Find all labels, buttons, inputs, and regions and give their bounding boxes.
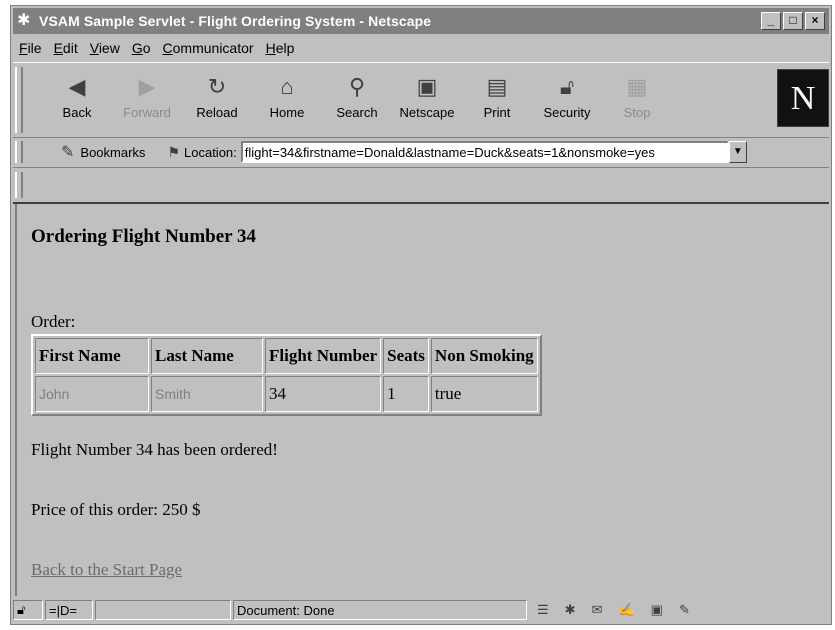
location-grip[interactable]	[15, 141, 23, 163]
header-first-name: First Name	[35, 338, 149, 374]
seats-cell: 1	[383, 376, 429, 412]
minimize-button[interactable]: _	[761, 12, 781, 30]
title-bar: ✱ VSAM Sample Servlet - Flight Ordering …	[13, 8, 829, 34]
order-confirmation: Flight Number 34 has been ordered!	[31, 440, 278, 459]
composer-icon[interactable]: ▣	[651, 602, 663, 618]
location-field: ⚑ Location: ▼	[167, 141, 747, 163]
window-controls: _ □ ×	[761, 12, 825, 30]
bookmarks-icon: ✎	[61, 144, 75, 161]
stop-icon: ▦	[626, 74, 648, 99]
search-button[interactable]: ⚲ Search	[323, 71, 391, 131]
close-button[interactable]: ×	[805, 12, 825, 30]
first-name-cell: John	[35, 376, 149, 412]
back-to-start-link[interactable]: Back to the Start Page	[31, 560, 182, 580]
personal-toolbar	[13, 168, 829, 204]
component-bar: ☰ ✱ ✉ ✍ ▣ ✎	[537, 602, 690, 618]
security-button[interactable]: 🔓︎ Security	[533, 71, 601, 131]
menu-view[interactable]: View	[90, 40, 120, 56]
header-last-name: Last Name	[151, 338, 263, 374]
order-label: Order:	[31, 312, 76, 331]
reload-button[interactable]: ↻ Reload	[183, 71, 251, 131]
menu-communicator[interactable]: Communicator	[163, 40, 254, 56]
page-heading: Ordering Flight Number 34	[31, 226, 257, 247]
navigation-toolbar: ◀ Back ▶ Forward ↻ Reload ⌂ Home ⚲ Search ▣ Ne…	[13, 62, 829, 138]
header-flight-number: Flight Number	[265, 338, 382, 374]
non-smoking-cell: true	[430, 376, 538, 412]
security-lock-icon: 🔓︎	[559, 74, 575, 99]
back-button[interactable]: ◀ Back	[43, 71, 111, 131]
netscape-button[interactable]: ▣ Netscape	[393, 71, 461, 131]
bookmarks-button[interactable]: ✎ Bookmarks	[61, 142, 145, 162]
navigator-icon[interactable]: ✱	[565, 602, 576, 618]
order-price: Price of this order: 250 $	[31, 500, 201, 519]
browser-window: ✱ VSAM Sample Servlet - Flight Ordering …	[10, 5, 832, 625]
flight-number-cell: 34	[265, 376, 382, 412]
forward-arrow-icon: ▶	[138, 74, 156, 99]
discussions-icon[interactable]: ✍	[618, 602, 634, 618]
forward-button[interactable]: ▶ Forward	[113, 71, 181, 131]
page-content: Ordering Flight Number 34 Order: First N…	[15, 204, 827, 596]
reload-icon: ↻	[207, 74, 227, 99]
maximize-button[interactable]: □	[783, 12, 803, 30]
status-text: Document: Done	[233, 600, 527, 620]
menu-file[interactable]: File	[19, 40, 42, 56]
netscape-app-icon: ✱	[17, 12, 31, 29]
order-table: First Name Last Name Flight Number Seats…	[31, 334, 542, 416]
menu-edit[interactable]: Edit	[54, 40, 78, 56]
print-button[interactable]: ▤ Print	[463, 71, 531, 131]
header-seats: Seats	[383, 338, 429, 374]
header-non-smoking: Non Smoking	[430, 338, 538, 374]
security-status-icon[interactable]: 🔓︎	[13, 600, 43, 620]
chevron-down-icon[interactable]: ▼	[728, 141, 747, 163]
window-title: VSAM Sample Servlet - Flight Ordering Sy…	[39, 13, 432, 29]
location-input[interactable]	[240, 141, 729, 163]
home-button[interactable]: ⌂ Home	[253, 71, 321, 131]
my-netscape-icon: ▣	[416, 74, 438, 99]
toolbar-grip[interactable]	[15, 67, 23, 133]
last-name-cell: Smith	[151, 376, 263, 412]
home-icon: ⌂	[280, 74, 294, 99]
back-arrow-icon: ◀	[68, 74, 86, 99]
page-proxy-icon[interactable]: ⚑	[167, 144, 180, 161]
mail-icon[interactable]: ✉	[592, 602, 603, 618]
netscape-logo[interactable]: N	[777, 69, 829, 127]
list-icon[interactable]: ☰	[537, 602, 549, 618]
personal-grip[interactable]	[15, 172, 23, 198]
progress-bar	[95, 600, 231, 620]
menu-bar: File Edit View Go Communicator Help	[13, 36, 829, 60]
location-toolbar: ✎ Bookmarks ⚑ Location: ▼	[13, 137, 829, 168]
print-icon: ▤	[486, 74, 508, 99]
table-header-row: First Name Last Name Flight Number Seats…	[35, 338, 538, 374]
search-icon: ⚲	[348, 74, 366, 99]
menu-go[interactable]: Go	[132, 40, 151, 56]
menu-help[interactable]: Help	[266, 40, 295, 56]
table-row: John Smith 34 1 true	[35, 376, 538, 412]
online-status-icon[interactable]: =|D=	[45, 600, 93, 620]
stop-button[interactable]: ▦ Stop	[603, 71, 671, 131]
edit-icon[interactable]: ✎	[679, 602, 690, 618]
status-bar: 🔓︎ =|D= Document: Done ☰ ✱ ✉ ✍ ▣ ✎	[13, 598, 829, 622]
